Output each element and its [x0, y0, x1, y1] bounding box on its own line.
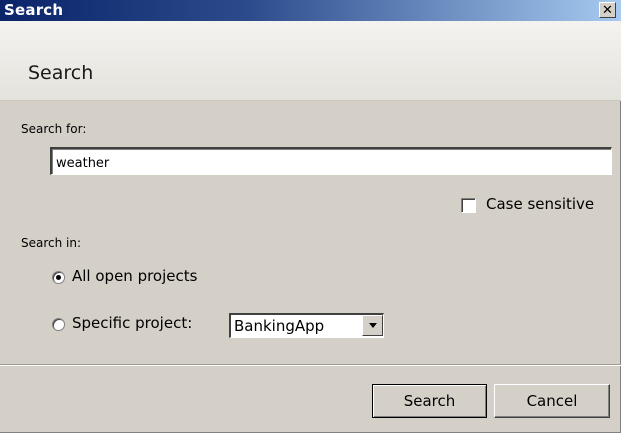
search-input[interactable] — [50, 147, 612, 175]
search-for-label: Search for: — [21, 122, 87, 136]
radio-specific-project-label: Specific project: — [72, 314, 193, 332]
header-title: Search — [28, 62, 94, 84]
search-dialog: Search ✕ Search Search for: Case sensiti… — [0, 0, 621, 433]
case-sensitive-checkbox[interactable] — [461, 198, 476, 213]
footer-separator — [0, 364, 621, 366]
radio-all-open-projects[interactable] — [52, 271, 65, 284]
dialog-header — [0, 21, 621, 101]
project-select[interactable]: BankingApp — [229, 313, 384, 338]
chevron-down-icon — [368, 323, 377, 328]
window-title: Search — [4, 1, 64, 19]
close-button[interactable]: ✕ — [599, 2, 616, 18]
title-bar[interactable]: Search ✕ — [0, 0, 621, 21]
radio-all-open-projects-label: All open projects — [72, 267, 198, 285]
search-in-label: Search in: — [21, 236, 82, 250]
project-select-dropdown-button[interactable] — [362, 315, 383, 336]
cancel-button[interactable]: Cancel — [494, 384, 610, 418]
project-select-value: BankingApp — [234, 317, 325, 335]
radio-selected-dot — [56, 275, 61, 280]
search-button[interactable]: Search — [372, 384, 487, 418]
radio-specific-project[interactable] — [52, 318, 65, 331]
close-icon: ✕ — [602, 2, 613, 18]
case-sensitive-label: Case sensitive — [486, 195, 595, 213]
